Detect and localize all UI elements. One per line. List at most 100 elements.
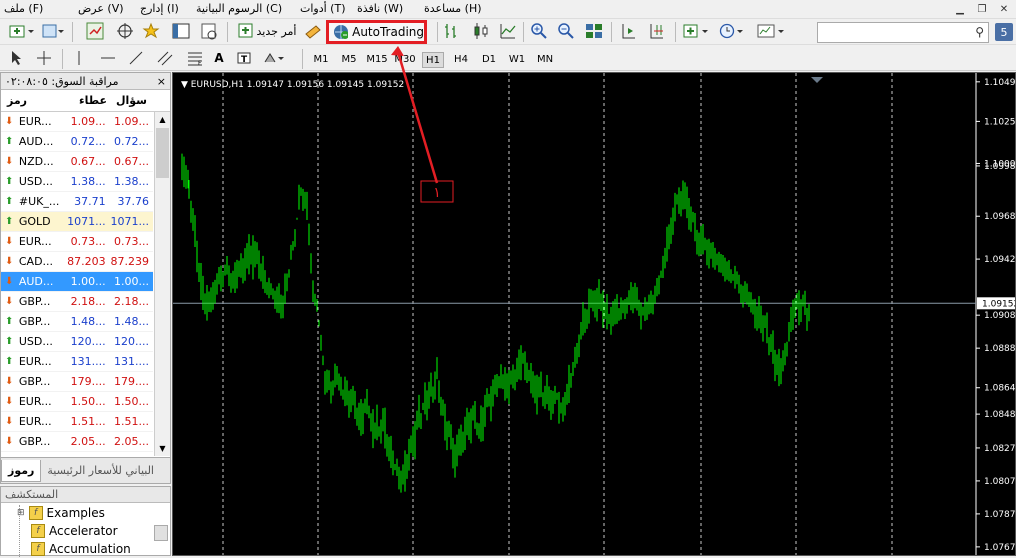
vertical-line-icon[interactable] bbox=[70, 47, 88, 69]
market-watch-row[interactable]: ⬇ EUR... 1.09... 1.09... bbox=[1, 112, 153, 132]
metaeditor-icon[interactable] bbox=[303, 20, 323, 42]
menu-insert[interactable]: إدارج (I) bbox=[140, 2, 179, 15]
close-icon[interactable]: × bbox=[157, 75, 166, 88]
ask-price: 1.50... bbox=[114, 395, 150, 408]
timeframe-w1[interactable]: W1 bbox=[506, 52, 528, 68]
market-watch-row[interactable]: ⬇ GBP... 2.18... 2.18... bbox=[1, 292, 153, 312]
menu-window[interactable]: نافذة (W) bbox=[357, 2, 403, 15]
market-watch-row[interactable]: ⬇ GBP... 179.... 179.... bbox=[1, 372, 153, 392]
menu-help[interactable]: مساعدة (H) bbox=[424, 2, 482, 15]
templates-button[interactable] bbox=[754, 20, 788, 42]
market-watch-row[interactable]: ⬆ GBP... 1.48... 1.48... bbox=[1, 312, 153, 332]
timeframe-h1[interactable]: H1 bbox=[422, 52, 444, 68]
chart-shift-icon[interactable] bbox=[618, 20, 640, 42]
search-input[interactable]: ⚲ bbox=[817, 22, 989, 43]
close-icon[interactable]: ✕ bbox=[994, 1, 1014, 17]
periods-button[interactable] bbox=[716, 20, 750, 42]
timeframe-mn[interactable]: MN bbox=[534, 52, 556, 68]
notification-badge[interactable]: 5 bbox=[995, 23, 1013, 41]
menu-file[interactable]: ملف (F) bbox=[4, 2, 43, 15]
profiles-button[interactable] bbox=[40, 20, 68, 42]
navigator-item-accumulation[interactable]: f Accumulation bbox=[31, 540, 131, 558]
price-label: 1.10255 bbox=[984, 117, 1016, 127]
crosshair-icon[interactable] bbox=[114, 20, 136, 42]
column-bid[interactable]: عطاء bbox=[65, 94, 107, 107]
scroll-up-icon[interactable]: ▲ bbox=[155, 112, 170, 127]
market-watch-row[interactable]: ⬆ #UK_... 37.71 37.76 bbox=[1, 192, 153, 212]
price-label: 1.08075 bbox=[984, 477, 1016, 487]
tab-symbols[interactable]: رموز bbox=[1, 459, 42, 482]
bar-chart-icon[interactable] bbox=[442, 20, 460, 42]
horizontal-line-icon[interactable] bbox=[98, 47, 118, 69]
autotrading-button[interactable]: AutoTrading bbox=[326, 20, 427, 44]
market-watch-row[interactable]: ⬆ GOLD 1071... 1071... bbox=[1, 212, 153, 232]
navigator-title: المستكشف bbox=[1, 487, 170, 503]
navigator-icon[interactable] bbox=[170, 20, 192, 42]
symbol-name: EUR... bbox=[18, 355, 52, 368]
bid-price: 2.18... bbox=[70, 295, 106, 308]
new-order-button[interactable]: أمر جديد bbox=[234, 20, 300, 42]
market-watch-row[interactable]: ⬇ NZD... 0.67... 0.67... bbox=[1, 152, 153, 172]
line-chart-icon[interactable] bbox=[498, 20, 518, 42]
crosshair-tool-icon[interactable] bbox=[34, 47, 54, 69]
zoom-in-icon[interactable] bbox=[529, 20, 549, 42]
autoscroll-icon[interactable] bbox=[646, 20, 668, 42]
symbol-name: USD... bbox=[18, 335, 53, 348]
expand-icon[interactable]: ⊞ bbox=[17, 508, 25, 518]
arrow-up-icon: ⬆ bbox=[5, 196, 14, 207]
scroll-down-icon[interactable]: ▼ bbox=[155, 441, 170, 456]
menu-charts[interactable]: الرسوم البيانية (C) bbox=[196, 2, 282, 15]
cursor-icon[interactable] bbox=[8, 47, 26, 69]
market-watch-row[interactable]: ⬇ EUR... 0.73... 0.73... bbox=[1, 232, 153, 252]
arrow-up-icon: ⬆ bbox=[5, 176, 14, 187]
market-watch-row[interactable]: ⬇ AUD... 1.00... 1.00... bbox=[1, 272, 153, 292]
navigator-item-accelerator[interactable]: f Accelerator bbox=[31, 522, 118, 540]
label-tool-icon[interactable]: T bbox=[234, 47, 254, 69]
text-tool-icon[interactable]: A bbox=[210, 47, 228, 69]
column-ask[interactable]: سؤال bbox=[107, 94, 151, 107]
tile-windows-icon[interactable] bbox=[584, 20, 604, 42]
new-order-label: أمر جديد bbox=[256, 24, 297, 38]
zoom-out-icon[interactable] bbox=[556, 20, 576, 42]
menu-view[interactable]: عرض (V) bbox=[78, 2, 124, 15]
svg-text:T: T bbox=[241, 55, 248, 65]
candlestick-icon[interactable] bbox=[470, 20, 492, 42]
navigator-scrollbar[interactable] bbox=[154, 525, 168, 541]
restore-icon[interactable]: ❐ bbox=[972, 1, 992, 17]
market-watch-row[interactable]: ⬆ USD... 1.38... 1.38... bbox=[1, 172, 153, 192]
market-watch-icon[interactable] bbox=[84, 20, 106, 42]
price-label: 1.09420 bbox=[984, 255, 1016, 265]
timeframe-m5[interactable]: M5 bbox=[338, 52, 360, 68]
shapes-button[interactable] bbox=[260, 47, 288, 69]
market-watch-row[interactable]: ⬆ USD... 120.... 120.... bbox=[1, 332, 153, 352]
search-icon[interactable]: ⚲ bbox=[975, 25, 984, 39]
market-watch-row[interactable]: ⬆ AUD... 0.72... 0.72... bbox=[1, 132, 153, 152]
scroll-thumb[interactable] bbox=[156, 128, 169, 178]
trendline-icon[interactable] bbox=[126, 47, 146, 69]
terminal-icon[interactable] bbox=[198, 20, 220, 42]
timeframe-m1[interactable]: M1 bbox=[310, 52, 332, 68]
price-chart[interactable]: 1.104951.102551.100001.099851.096801.094… bbox=[172, 72, 1016, 556]
fibonacci-icon[interactable]: F bbox=[184, 47, 206, 69]
indicators-button[interactable] bbox=[680, 20, 714, 42]
tab-tick-chart[interactable]: البياني للأسعار الرئيسية bbox=[41, 460, 160, 482]
timeframe-m15[interactable]: M15 bbox=[366, 52, 388, 68]
market-watch-row[interactable]: ⬆ EUR... 131.... 131.... bbox=[1, 352, 153, 372]
new-chart-button[interactable] bbox=[6, 20, 38, 42]
market-watch-row[interactable]: ⬇ EUR... 1.50... 1.50... bbox=[1, 392, 153, 412]
chart-canvas[interactable]: 1.104951.102551.100001.099851.096801.094… bbox=[173, 73, 1016, 556]
column-symbol[interactable]: رمز bbox=[1, 94, 65, 107]
market-watch-scrollbar[interactable]: ▲ ▼ bbox=[154, 112, 170, 456]
menu-tools[interactable]: أدوات (T) bbox=[300, 2, 346, 15]
navigator-item-examples[interactable]: ⊞ f Examples bbox=[17, 504, 105, 522]
market-watch-row[interactable]: ⬇ EUR... 1.51... 1.51... bbox=[1, 412, 153, 432]
market-watch-row[interactable]: ⬇ GBP... 2.05... 2.05... bbox=[1, 432, 153, 452]
market-watch-row[interactable]: ⬇ CAD... 87.203 87.239 bbox=[1, 252, 153, 272]
timeframe-m30[interactable]: M30 bbox=[394, 52, 416, 68]
minimize-icon[interactable]: ▁ bbox=[950, 1, 970, 17]
channel-icon[interactable] bbox=[154, 47, 176, 69]
timeframe-d1[interactable]: D1 bbox=[478, 52, 500, 68]
arrow-down-icon: ⬇ bbox=[5, 276, 14, 287]
favorites-icon[interactable] bbox=[140, 20, 162, 42]
timeframe-h4[interactable]: H4 bbox=[450, 52, 472, 68]
